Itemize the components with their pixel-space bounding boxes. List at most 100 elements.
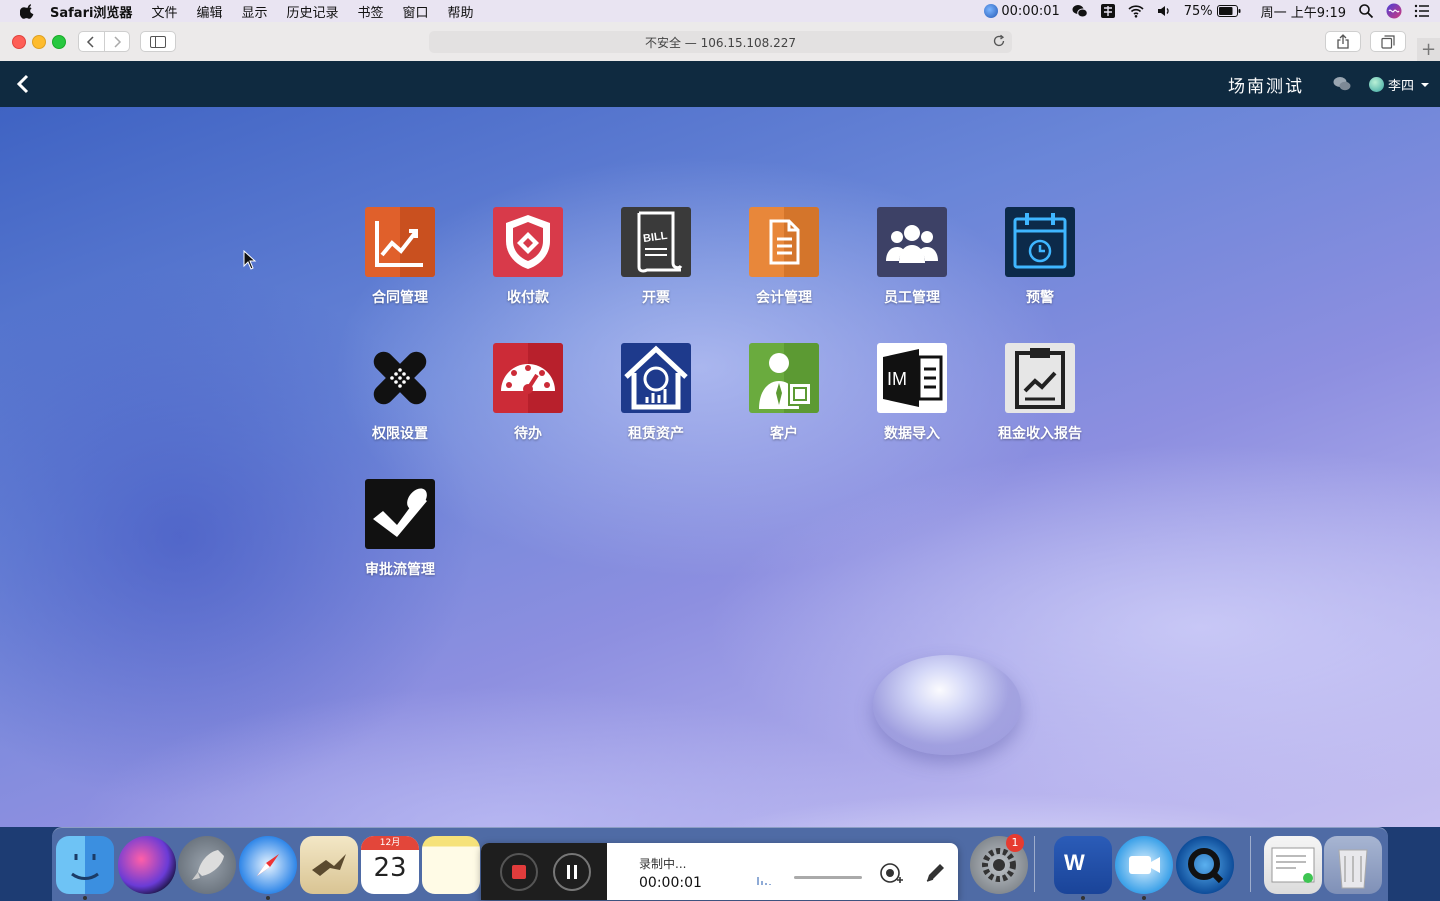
audio-level-icon — [757, 877, 771, 885]
calendar-day: 23 — [373, 853, 407, 883]
window-fullscreen-button[interactable] — [52, 35, 66, 49]
window-close-button[interactable] — [12, 35, 26, 49]
tile-label: 审批流管理 — [365, 562, 435, 578]
trash-icon — [1338, 849, 1368, 889]
webcam-icon[interactable] — [878, 861, 904, 887]
pause-recording-button[interactable] — [553, 853, 591, 891]
staff-group-icon — [877, 207, 947, 277]
customer-person-icon — [749, 343, 819, 413]
menubar-record-time: 00:00:01 — [1001, 3, 1060, 19]
tile-accounting[interactable]: 会计管理 — [720, 207, 848, 317]
apple-logo-icon[interactable] — [20, 3, 36, 19]
menu-history[interactable]: 历史记录 — [286, 2, 338, 21]
back-arrow-icon[interactable] — [14, 72, 32, 96]
tile-leased-assets[interactable]: 租赁资产 — [592, 343, 720, 453]
menu-bookmarks[interactable]: 书签 — [358, 2, 384, 21]
accounting-document-icon — [749, 207, 819, 277]
eagle-stamp-icon — [312, 854, 346, 876]
dock-trash[interactable] — [1324, 836, 1382, 894]
stop-recording-button[interactable] — [500, 853, 538, 891]
dock-siri[interactable] — [118, 836, 176, 894]
safari-toolbar: 不安全 — 106.15.108.227 — [0, 22, 1440, 62]
battery-icon[interactable] — [1216, 5, 1241, 17]
user-menu[interactable]: 李四 — [1369, 75, 1430, 94]
quicktime-q-icon — [1188, 848, 1224, 884]
recorder-controls — [481, 843, 607, 900]
dock-calendar[interactable]: 12月 23 — [361, 836, 419, 894]
water-drop-wallpaper — [873, 655, 1021, 755]
menu-edit[interactable]: 编辑 — [196, 2, 222, 21]
window-minimize-button[interactable] — [32, 35, 46, 49]
dock-safari[interactable] — [239, 836, 297, 894]
chat-messages-icon[interactable] — [1333, 76, 1351, 92]
caret-down-icon — [1421, 82, 1430, 87]
screen-record-icon[interactable] — [984, 4, 999, 18]
tile-staff-management[interactable]: 员工管理 — [848, 207, 976, 317]
share-icon — [1337, 34, 1349, 49]
app-title: 场南测试 — [1228, 77, 1304, 97]
browser-back-button[interactable] — [79, 32, 105, 51]
tile-label: 客户 — [770, 426, 798, 442]
menu-file[interactable]: 文件 — [151, 2, 177, 21]
word-logo-letter: W — [1064, 850, 1085, 875]
calendar-month: 12月 — [361, 836, 419, 850]
address-text: 不安全 — 106.15.108.227 — [644, 35, 797, 50]
dock-launchpad[interactable] — [178, 836, 236, 894]
pause-icon — [567, 865, 570, 879]
dock-zoom[interactable] — [1115, 836, 1173, 894]
siri-icon[interactable] — [1386, 3, 1402, 19]
tile-permission-settings[interactable]: 权限设置 — [336, 343, 464, 453]
bill-receipt-icon: BILL — [621, 207, 691, 277]
tile-data-import[interactable]: IM 数据导入 — [848, 343, 976, 453]
address-bar[interactable]: 不安全 — 106.15.108.227 — [429, 31, 1012, 53]
app-header: 场南测试 李四 — [0, 61, 1440, 107]
new-tab-button[interactable]: + — [1417, 38, 1440, 61]
menu-help[interactable]: 帮助 — [448, 2, 474, 21]
tile-payments[interactable]: 收付款 — [464, 207, 592, 317]
running-indicator — [1081, 896, 1085, 900]
contract-chart-icon — [365, 207, 435, 277]
reload-icon[interactable] — [992, 34, 1006, 48]
svg-text:IM: IM — [887, 369, 907, 389]
tile-label: 租金收入报告 — [998, 426, 1082, 442]
todo-gauge-icon — [493, 343, 563, 413]
dock-notes[interactable] — [422, 836, 480, 894]
tile-todo[interactable]: 待办 — [464, 343, 592, 453]
menu-window[interactable]: 窗口 — [403, 2, 429, 21]
tile-customers[interactable]: 客户 — [720, 343, 848, 453]
tile-alerts[interactable]: 预警 — [976, 207, 1104, 317]
menu-app-name[interactable]: Safari浏览器 — [50, 2, 132, 21]
dock-quicktime[interactable] — [1176, 836, 1234, 894]
tile-rent-income-report[interactable]: 租金收入报告 — [976, 343, 1104, 453]
sidebar-toggle-button[interactable] — [140, 31, 176, 52]
tile-label: 待办 — [514, 426, 542, 442]
lease-house-icon — [621, 343, 691, 413]
dock-separator — [1250, 836, 1251, 892]
input-method-icon[interactable] — [1100, 3, 1116, 19]
tile-approval-flow[interactable]: 审批流管理 — [336, 479, 464, 589]
tile-label: 租赁资产 — [628, 426, 684, 442]
menubar-clock[interactable]: 周一 上午9:19 — [1261, 2, 1346, 21]
video-camera-icon — [1129, 856, 1160, 874]
spotlight-search-icon[interactable] — [1358, 3, 1374, 19]
browser-forward-button[interactable] — [105, 32, 130, 51]
menu-view[interactable]: 显示 — [241, 2, 267, 21]
tile-invoicing[interactable]: BILL 开票 — [592, 207, 720, 317]
tile-label: 员工管理 — [884, 290, 940, 306]
dock-mail-stamp[interactable] — [300, 836, 358, 894]
annotate-pen-icon[interactable] — [923, 861, 947, 885]
dock-word[interactable]: W — [1054, 836, 1112, 894]
mouse-cursor-icon — [243, 250, 257, 270]
wifi-icon[interactable] — [1128, 3, 1144, 19]
share-button[interactable] — [1325, 31, 1361, 52]
volume-slider[interactable] — [794, 876, 862, 879]
wechat-icon[interactable] — [1072, 3, 1088, 19]
volume-icon[interactable] — [1156, 3, 1172, 19]
dock-separator — [1034, 836, 1035, 892]
dock-finder[interactable] — [56, 836, 114, 894]
tile-contract-management[interactable]: 合同管理 — [336, 207, 464, 317]
show-tabs-button[interactable] — [1370, 31, 1406, 52]
back-forward-group — [78, 31, 130, 52]
notification-center-icon[interactable] — [1414, 3, 1430, 19]
dock-recent-file[interactable] — [1264, 836, 1322, 894]
